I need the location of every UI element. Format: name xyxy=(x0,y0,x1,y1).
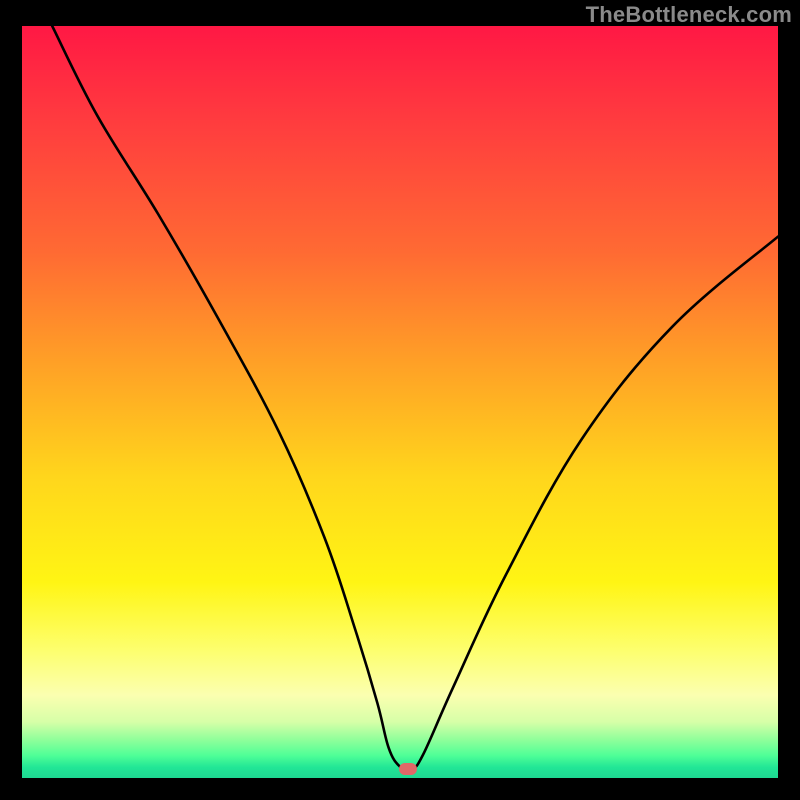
chart-frame: TheBottleneck.com xyxy=(0,0,800,800)
bottleneck-curve xyxy=(22,26,778,778)
curve-path xyxy=(52,26,778,770)
watermark-text: TheBottleneck.com xyxy=(586,2,792,28)
optimal-marker xyxy=(399,763,417,775)
plot-area xyxy=(22,26,778,778)
